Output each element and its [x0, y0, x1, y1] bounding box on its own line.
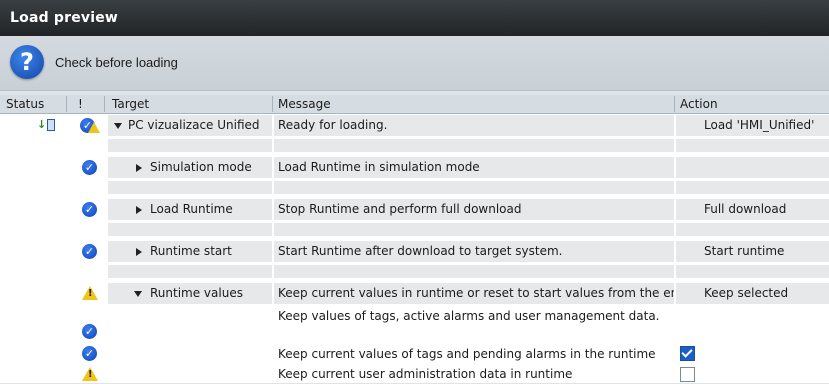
title-bar: Load preview — [0, 0, 829, 36]
col-message[interactable]: Message — [278, 97, 331, 111]
row-message: Keep current user administration data in… — [278, 367, 573, 381]
window-title: Load preview — [10, 10, 119, 26]
row-action[interactable]: Load 'HMI_Unified' — [676, 115, 829, 136]
row-action[interactable] — [676, 157, 829, 178]
col-target[interactable]: Target — [112, 97, 149, 111]
row-target: Simulation mode — [150, 160, 252, 174]
table-row[interactable]: ✓ Runtime start Start Runtime after down… — [0, 241, 829, 262]
warning-icon: ! — [82, 286, 98, 300]
ok-icon: ✓ — [82, 244, 97, 259]
info-bar: ? Check before loading — [0, 36, 829, 91]
row-action[interactable]: Keep selected — [676, 283, 829, 304]
collapse-arrow-icon[interactable] — [136, 163, 142, 172]
table-row[interactable]: ✓ Keep values of tags, active alarms and… — [0, 307, 829, 343]
table-row[interactable]: ! Keep current user administration data … — [0, 365, 829, 383]
row-target: PC vizualizace Unified — [128, 118, 260, 132]
ok-icon: ✓ — [82, 346, 97, 361]
row-message: Ready for loading. — [274, 115, 674, 136]
row-target: Runtime values — [150, 286, 243, 300]
collapse-arrow-icon[interactable] — [136, 205, 142, 214]
table-row[interactable]: ✓ Simulation mode Load Runtime in simula… — [0, 157, 829, 178]
expand-arrow-icon[interactable] — [134, 290, 142, 297]
table-row[interactable]: ↓ ✓ PC vizualizace Unified Ready for loa… — [0, 115, 829, 136]
col-action[interactable]: Action — [680, 97, 718, 111]
ok-icon: ✓ — [82, 324, 97, 339]
table-header: Status ! Target Message Action — [0, 95, 829, 114]
expand-arrow-icon[interactable] — [114, 122, 122, 129]
row-action[interactable]: Start runtime — [676, 241, 829, 262]
row-target: Load Runtime — [150, 202, 233, 216]
row-message: Stop Runtime and perform full download — [274, 199, 674, 220]
load-preview-table: Status ! Target Message Action ↓ ✓ PC vi… — [0, 95, 829, 383]
row-message: Start Runtime after download to target s… — [274, 241, 674, 262]
col-status[interactable]: Status — [6, 97, 44, 111]
info-message: Check before loading — [55, 55, 178, 70]
table-row[interactable]: ! Runtime values Keep current values in … — [0, 283, 829, 304]
ok-icon: ✓ — [82, 160, 97, 175]
table-row[interactable]: ✓ Keep current values of tags and pendin… — [0, 345, 829, 363]
ok-warning-icon: ✓ — [80, 118, 100, 134]
warning-icon: ! — [82, 367, 98, 381]
row-message: Load Runtime in simulation mode — [274, 157, 674, 178]
keep-tags-alarms-checkbox[interactable] — [680, 346, 695, 361]
row-message: Keep values of tags, active alarms and u… — [278, 309, 660, 323]
row-target: Runtime start — [150, 244, 232, 258]
download-status-icon: ↓ — [37, 118, 56, 131]
question-icon: ? — [10, 45, 44, 79]
col-excl[interactable]: ! — [78, 97, 83, 111]
row-message: Keep current values in runtime or reset … — [274, 283, 674, 304]
row-action[interactable]: Full download — [676, 199, 829, 220]
table-row[interactable]: ✓ Load Runtime Stop Runtime and perform … — [0, 199, 829, 220]
row-message: Keep current values of tags and pending … — [278, 347, 656, 361]
ok-icon: ✓ — [82, 202, 97, 217]
keep-user-admin-checkbox[interactable] — [680, 367, 695, 382]
collapse-arrow-icon[interactable] — [136, 247, 142, 256]
